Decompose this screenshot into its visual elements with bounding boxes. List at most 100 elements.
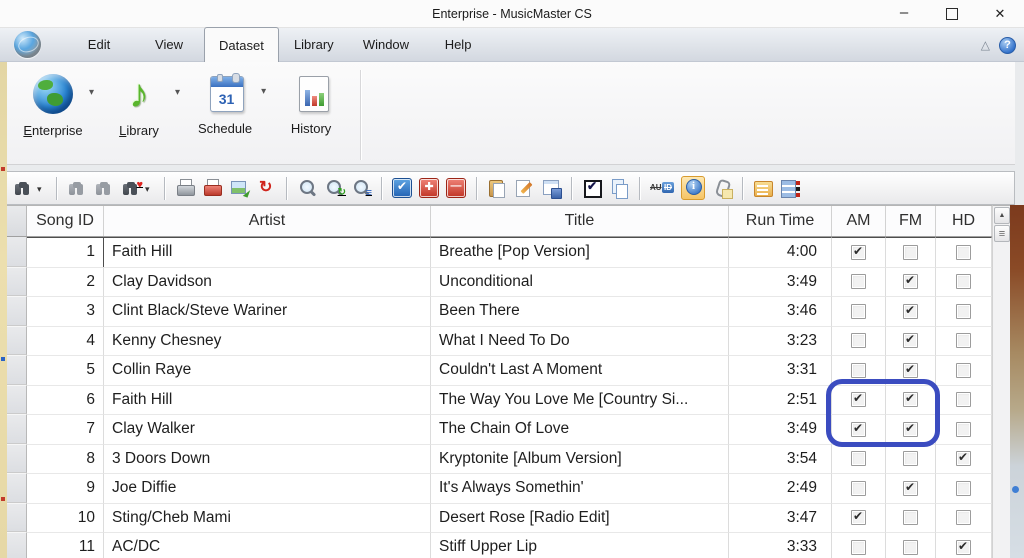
song-id-cell[interactable]: 8	[27, 443, 104, 473]
run-time-cell[interactable]: 4:00	[729, 237, 832, 267]
column-header-title[interactable]: Title	[431, 206, 729, 236]
song-id-cell[interactable]: 9	[27, 473, 104, 503]
run-time-cell[interactable]: 3:46	[729, 296, 832, 326]
maximize-button[interactable]	[928, 0, 976, 28]
artist-cell[interactable]: Clay Davidson	[104, 266, 431, 296]
artist-cell[interactable]: Collin Raye	[104, 355, 431, 385]
row-selector[interactable]	[7, 355, 27, 385]
scroll-thumb[interactable]	[994, 225, 1010, 242]
hd-checkbox[interactable]	[956, 392, 971, 408]
artist-cell[interactable]: Clint Black/Steve Wariner	[104, 296, 431, 326]
print-preview-icon[interactable]	[175, 178, 195, 198]
song-id-cell[interactable]: 10	[27, 502, 104, 532]
table-row[interactable]: 10 Sting/Cheb Mami Desert Rose [Radio Edit…	[7, 502, 992, 532]
select-check-icon[interactable]	[582, 178, 602, 198]
export-icon[interactable]	[229, 178, 249, 198]
table-row[interactable]: 6 Faith Hill The Way You Love Me [Country …	[7, 384, 992, 414]
song-id-cell[interactable]: 4	[27, 325, 104, 355]
ribbon-button-history[interactable]: History	[276, 70, 346, 136]
edit-icon[interactable]	[514, 178, 534, 198]
title-cell[interactable]: Desert Rose [Radio Edit]	[431, 502, 729, 532]
row-selector[interactable]	[7, 266, 27, 296]
table-row[interactable]: 83 Doors Down Kryptonite [Album Version] 3…	[7, 443, 992, 473]
column-header-am[interactable]: AM	[832, 206, 886, 236]
artist-cell[interactable]: Kenny Chesney	[104, 325, 431, 355]
artist-cell[interactable]: AC/DC	[104, 532, 431, 558]
run-time-cell[interactable]: 3:47	[729, 502, 832, 532]
refresh-icon[interactable]	[256, 178, 276, 198]
song-id-cell[interactable]: 7	[27, 414, 104, 444]
row-selector[interactable]	[7, 237, 27, 267]
hd-checkbox[interactable]	[956, 539, 971, 555]
hd-checkbox[interactable]	[956, 244, 971, 260]
tab-help[interactable]: Help	[423, 27, 493, 61]
title-cell[interactable]: Stiff Upper Lip	[431, 532, 729, 558]
hd-checkbox[interactable]	[956, 421, 971, 437]
song-id-cell[interactable]: 11	[27, 532, 104, 558]
close-button[interactable]	[976, 0, 1024, 28]
fm-checkbox[interactable]	[903, 421, 918, 437]
copy-icon[interactable]	[609, 178, 629, 199]
title-cell[interactable]: The Chain Of Love	[431, 414, 729, 444]
artist-cell[interactable]: Clay Walker	[104, 414, 431, 444]
hd-checkbox[interactable]	[956, 480, 971, 496]
song-id-cell[interactable]: 6	[27, 384, 104, 414]
song-id-cell[interactable]: 3	[27, 296, 104, 326]
fields-icon[interactable]	[780, 178, 800, 198]
fm-checkbox[interactable]	[903, 539, 918, 555]
zoom-refresh-icon[interactable]	[324, 178, 344, 198]
column-header-artist[interactable]: Artist	[104, 206, 431, 236]
hd-checkbox[interactable]	[956, 303, 971, 319]
dropdown-caret-icon[interactable]	[175, 82, 180, 100]
table-row[interactable]: 3 Clint Black/Steve Wariner Been There 3:46	[7, 296, 992, 326]
artist-cell[interactable]: 3 Doors Down	[104, 443, 431, 473]
table-row[interactable]: 5 Collin Raye Couldn't Last A Moment 3:31	[7, 355, 992, 385]
run-time-cell[interactable]: 2:51	[729, 384, 832, 414]
artist-cell[interactable]: Joe Diffie	[104, 473, 431, 503]
row-selector[interactable]	[7, 384, 27, 414]
mark-blue-icon[interactable]	[392, 178, 412, 198]
categories-icon[interactable]	[753, 178, 773, 198]
find-previous-icon[interactable]	[94, 178, 114, 198]
fm-checkbox[interactable]	[903, 362, 918, 378]
dropdown-caret-icon[interactable]	[89, 82, 94, 100]
delete-icon[interactable]	[446, 178, 466, 198]
row-selector[interactable]	[7, 473, 27, 503]
add-icon[interactable]	[419, 178, 439, 198]
paste-icon[interactable]	[487, 178, 507, 198]
table-row[interactable]: 7 Clay Walker The Chain Of Love 3:49	[7, 414, 992, 444]
title-cell[interactable]: Couldn't Last A Moment	[431, 355, 729, 385]
save-grid-icon[interactable]	[541, 178, 562, 199]
am-checkbox[interactable]	[851, 333, 866, 349]
song-id-cell[interactable]: 1	[27, 237, 104, 267]
hd-checkbox[interactable]	[956, 450, 971, 467]
table-row[interactable]: 2 Clay Davidson Unconditional 3:49	[7, 266, 992, 296]
column-header-hd[interactable]: HD	[936, 206, 992, 236]
am-checkbox[interactable]	[851, 391, 866, 408]
table-row[interactable]: 4 Kenny Chesney What I Need To Do 3:23	[7, 325, 992, 355]
zoom-icon[interactable]	[297, 178, 317, 198]
find-next-icon[interactable]	[67, 178, 87, 198]
fm-checkbox[interactable]	[903, 510, 918, 526]
app-logo-icon[interactable]	[14, 31, 41, 58]
run-time-cell[interactable]: 3:33	[729, 532, 832, 558]
hd-checkbox[interactable]	[956, 362, 971, 378]
artist-cell[interactable]: Faith Hill	[104, 237, 431, 267]
song-id-cell[interactable]: 2	[27, 266, 104, 296]
row-selector[interactable]	[7, 502, 27, 532]
fm-checkbox[interactable]	[903, 480, 918, 496]
column-header-song-id[interactable]: Song ID	[27, 206, 104, 236]
title-cell[interactable]: Kryptonite [Album Version]	[431, 443, 729, 473]
help-icon[interactable]	[999, 36, 1016, 54]
am-checkbox[interactable]	[851, 362, 866, 378]
collapse-ribbon-icon[interactable]	[981, 36, 990, 54]
ribbon-button-library[interactable]: Library	[104, 70, 174, 138]
hd-checkbox[interactable]	[956, 333, 971, 349]
column-header-run-time[interactable]: Run Time	[729, 206, 832, 236]
am-checkbox[interactable]	[851, 274, 866, 290]
fm-checkbox[interactable]	[903, 451, 918, 467]
row-selector[interactable]	[7, 414, 27, 444]
title-cell[interactable]: Unconditional	[431, 266, 729, 296]
artist-cell[interactable]: Faith Hill	[104, 384, 431, 414]
tab-view[interactable]: View	[134, 27, 204, 61]
